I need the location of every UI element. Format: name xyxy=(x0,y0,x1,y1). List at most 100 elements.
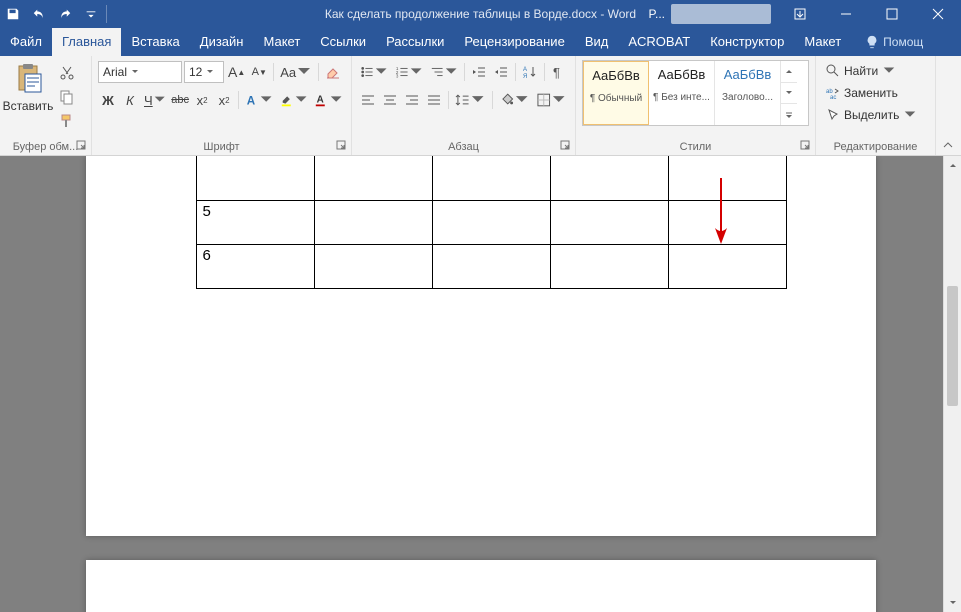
increase-indent-button[interactable] xyxy=(491,61,511,83)
change-case-button[interactable]: Aa xyxy=(278,61,314,83)
separator xyxy=(515,63,516,81)
font-dialog-launcher[interactable] xyxy=(336,139,348,151)
gallery-up-button[interactable] xyxy=(781,61,797,83)
underline-button[interactable]: Ч xyxy=(142,89,168,111)
undo-button[interactable] xyxy=(26,0,52,28)
svg-text:Я: Я xyxy=(523,74,527,80)
paste-label: Вставить xyxy=(3,99,54,113)
page-2[interactable]: 7 8 xyxy=(86,560,876,612)
copy-button[interactable] xyxy=(58,88,76,106)
chevron-down-icon xyxy=(444,64,458,80)
svg-text:A: A xyxy=(317,95,324,106)
tab-layout[interactable]: Макет xyxy=(253,28,310,56)
cut-button[interactable] xyxy=(58,64,76,82)
tab-file[interactable]: Файл xyxy=(0,28,52,56)
show-marks-button[interactable]: ¶ xyxy=(549,61,569,83)
text-effects-button[interactable]: A xyxy=(243,89,276,111)
chevron-down-icon xyxy=(294,92,308,108)
chevron-down-icon xyxy=(131,68,139,76)
document-area[interactable]: 5 6 7 8 xyxy=(0,156,961,612)
shrink-font-button[interactable]: A▼ xyxy=(249,61,269,83)
tell-me-label: Помощ xyxy=(883,35,923,49)
bold-button[interactable]: Ж xyxy=(98,89,118,111)
maximize-button[interactable] xyxy=(869,0,915,28)
save-button[interactable] xyxy=(0,0,26,28)
tab-table-layout[interactable]: Макет xyxy=(794,28,851,56)
strikethrough-button[interactable]: abc xyxy=(170,89,190,111)
minimize-button[interactable] xyxy=(823,0,869,28)
sort-button[interactable]: AЯ xyxy=(520,61,540,83)
tab-design[interactable]: Дизайн xyxy=(190,28,254,56)
find-button[interactable]: Найти xyxy=(822,60,929,82)
collapse-ribbon-button[interactable] xyxy=(937,137,959,153)
align-left-icon xyxy=(360,92,376,108)
font-name-combo[interactable]: Arial xyxy=(98,61,182,83)
styles-dialog-launcher[interactable] xyxy=(800,139,812,151)
numbering-button[interactable]: 123 xyxy=(393,61,426,83)
align-right-button[interactable] xyxy=(402,89,422,111)
chevron-down-icon xyxy=(329,92,343,108)
tab-table-design[interactable]: Конструктор xyxy=(700,28,794,56)
grow-font-button[interactable]: A▲ xyxy=(226,61,247,83)
decrease-indent-button[interactable] xyxy=(469,61,489,83)
qat-customize-button[interactable] xyxy=(78,0,104,28)
tab-mailings[interactable]: Рассылки xyxy=(376,28,454,56)
paragraph-dialog-launcher[interactable] xyxy=(560,139,572,151)
clear-formatting-button[interactable] xyxy=(323,61,343,83)
justify-button[interactable] xyxy=(424,89,444,111)
vertical-scrollbar[interactable] xyxy=(943,156,961,612)
replace-button[interactable]: abac Заменить xyxy=(822,82,929,104)
table-row[interactable] xyxy=(196,156,786,200)
pilcrow-icon: ¶ xyxy=(551,64,567,80)
highlight-button[interactable] xyxy=(278,89,311,111)
chevron-down-icon xyxy=(409,64,423,80)
styles-gallery[interactable]: АаБбВв ¶ Обычный АаБбВв ¶ Без инте... Аа… xyxy=(582,60,809,126)
style-normal[interactable]: АаБбВв ¶ Обычный xyxy=(583,61,649,125)
style-no-spacing[interactable]: АаБбВв ¶ Без инте... xyxy=(649,61,715,125)
ribbon-options-button[interactable] xyxy=(777,0,823,28)
text-effects-icon: A xyxy=(245,92,259,108)
line-spacing-button[interactable] xyxy=(453,89,488,111)
chevron-down-icon xyxy=(206,68,214,76)
tab-view[interactable]: Вид xyxy=(575,28,619,56)
multilevel-list-button[interactable] xyxy=(428,61,461,83)
table-row[interactable]: 6 xyxy=(196,244,786,288)
gallery-down-button[interactable] xyxy=(781,83,797,105)
redo-button[interactable] xyxy=(52,0,78,28)
outdent-icon xyxy=(471,64,487,80)
borders-icon xyxy=(536,92,552,108)
italic-button[interactable]: К xyxy=(120,89,140,111)
close-button[interactable] xyxy=(915,0,961,28)
table-row[interactable]: 5 xyxy=(196,200,786,244)
tab-review[interactable]: Рецензирование xyxy=(454,28,574,56)
tab-insert[interactable]: Вставка xyxy=(121,28,189,56)
align-left-button[interactable] xyxy=(358,89,378,111)
select-button[interactable]: Выделить xyxy=(822,104,929,126)
tab-references[interactable]: Ссылки xyxy=(310,28,376,56)
font-size-combo[interactable]: 12 xyxy=(184,61,224,83)
format-painter-button[interactable] xyxy=(58,112,76,130)
shading-button[interactable] xyxy=(497,89,532,111)
user-initial[interactable]: P... xyxy=(649,7,665,21)
font-color-button[interactable]: A xyxy=(312,89,345,111)
paste-button[interactable]: Вставить xyxy=(6,60,52,113)
scroll-thumb[interactable] xyxy=(947,286,958,406)
borders-button[interactable] xyxy=(534,89,569,111)
tell-me-input[interactable]: Помощ xyxy=(855,28,933,56)
user-badge[interactable] xyxy=(671,4,771,24)
ribbon-tabs: Файл Главная Вставка Дизайн Макет Ссылки… xyxy=(0,28,961,56)
style-heading1[interactable]: АаБбВв Заголово... xyxy=(715,61,781,125)
table-1[interactable]: 5 6 xyxy=(196,156,787,289)
tab-home[interactable]: Главная xyxy=(52,28,121,56)
page-1[interactable]: 5 6 xyxy=(86,156,876,536)
copy-icon xyxy=(59,89,75,105)
scroll-down-button[interactable] xyxy=(944,594,961,612)
tab-acrobat[interactable]: ACROBAT xyxy=(618,28,700,56)
scroll-up-button[interactable] xyxy=(944,156,961,174)
gallery-more-button[interactable] xyxy=(781,104,797,125)
superscript-button[interactable]: x2 xyxy=(214,89,234,111)
bullets-button[interactable] xyxy=(358,61,391,83)
clipboard-dialog-launcher[interactable] xyxy=(76,139,88,151)
subscript-button[interactable]: x2 xyxy=(192,89,212,111)
align-center-button[interactable] xyxy=(380,89,400,111)
